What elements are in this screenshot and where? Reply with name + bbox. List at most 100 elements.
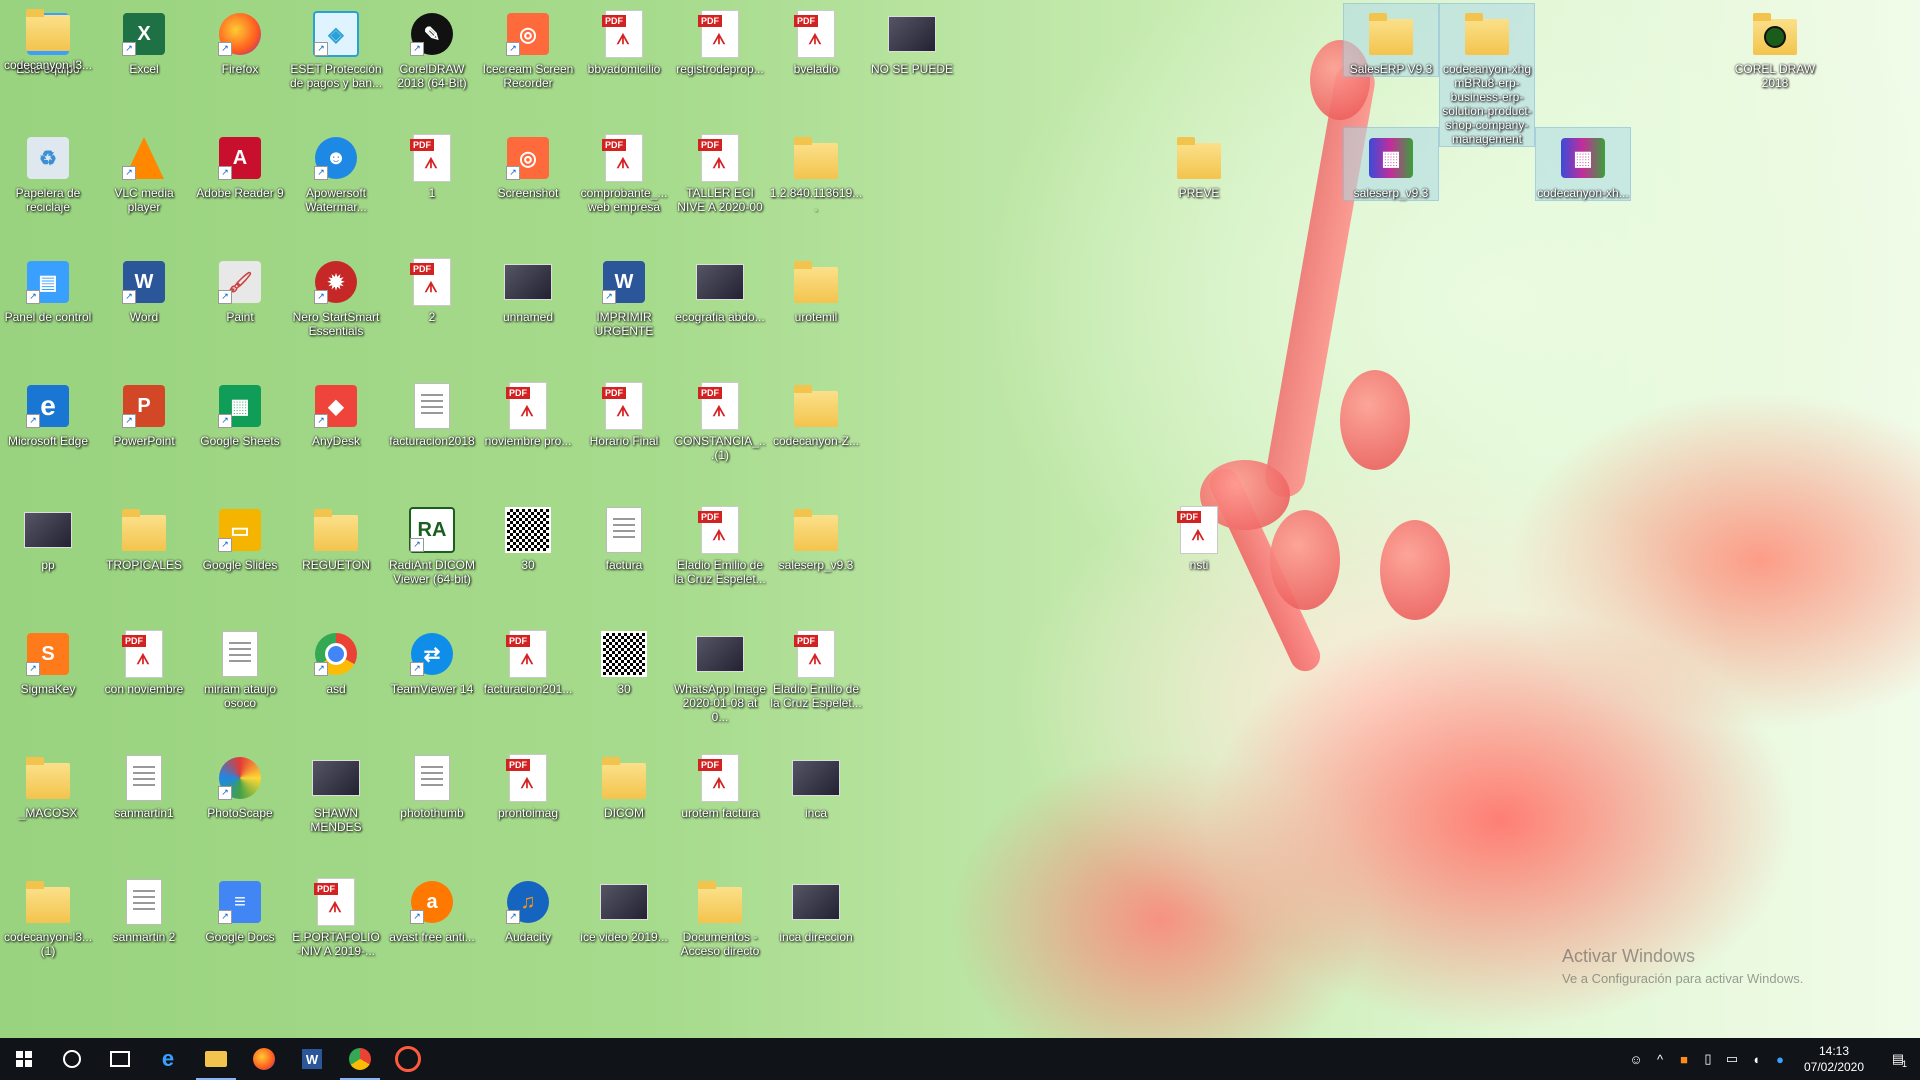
network-icon[interactable]: ▭ (1720, 1051, 1744, 1067)
desktop-icon[interactable]: a ↗ avast free anti... (385, 872, 479, 944)
desktop-icon[interactable]: 30 (481, 500, 575, 572)
desktop-icon[interactable]: W ↗ Word (97, 252, 191, 324)
desktop-icon[interactable]: SalesERP V9.3 (1343, 3, 1439, 77)
desktop-icon[interactable]: TROPICALES (97, 500, 191, 572)
desktop-icon[interactable]: ▦ saleserp_v9.3 (1343, 127, 1439, 201)
desktop-icon[interactable]: PDF ᗑ 1 (385, 128, 479, 200)
chevron-up-icon[interactable]: ^ (1648, 1052, 1672, 1067)
desktop-icon[interactable]: PDF ᗑ TALLER ECI NIVE A 2020-00 (673, 128, 767, 214)
desktop-icon[interactable]: PDF ᗑ bbvadomicilio (577, 4, 671, 76)
battery-icon[interactable]: ▯ (1696, 1051, 1720, 1067)
desktop-icon[interactable]: ◎ ↗ Screenshot (481, 128, 575, 200)
desktop-icon[interactable]: ⇄ ↗ TeamViewer 14 (385, 624, 479, 696)
desktop-icon[interactable]: codecanyon-l3... (1, 0, 95, 72)
start-button[interactable] (0, 1038, 48, 1080)
desktop-icon[interactable]: NO SE PUEDE (865, 4, 959, 76)
desktop-icon[interactable]: PDF ᗑ bveladio (769, 4, 863, 76)
desktop-icon[interactable]: ♫ ↗ Audacity (481, 872, 575, 944)
desktop-icon[interactable]: e ↗ Microsoft Edge (1, 376, 95, 448)
desktop-icon[interactable]: ≡ ↗ Google Docs (193, 872, 287, 944)
desktop-icon[interactable]: 🖌 ↗ Paint (193, 252, 287, 324)
desktop-icon[interactable]: ↗ VLC media player (97, 128, 191, 214)
desktop-icon[interactable]: SHAWN MENDES (289, 748, 383, 834)
desktop-icon[interactable]: ▦ codecanyon-xh... (1535, 127, 1631, 201)
desktop-icon[interactable]: pp (1, 500, 95, 572)
desktop-icon[interactable]: ice video 2019... (577, 872, 671, 944)
desktop-icon[interactable]: DICOM (577, 748, 671, 820)
desktop-icon[interactable]: ↗ PhotoScape (193, 748, 287, 820)
desktop-icon[interactable]: PDF ᗑ Eladio Emilio de la Cruz Espelet... (769, 624, 863, 710)
desktop-icon[interactable]: PDF ᗑ nsti (1152, 500, 1246, 572)
taskbar-file-explorer[interactable] (192, 1038, 240, 1080)
desktop-icon[interactable]: PDF ᗑ CONSTANCIA_...(1) (673, 376, 767, 462)
desktop-icon[interactable]: codecanyon-Z... (769, 376, 863, 448)
desktop-icon[interactable]: PDF ᗑ prontoimag (481, 748, 575, 820)
desktop-icon[interactable]: PDF ᗑ con noviembre (97, 624, 191, 696)
people-icon[interactable]: ☺ (1624, 1052, 1648, 1067)
desktop-icon[interactable]: W ↗ IMPRIMIR URGENTE (577, 252, 671, 338)
desktop-icon[interactable]: PREVE (1152, 128, 1246, 200)
desktop-icon[interactable]: inca (769, 748, 863, 820)
clock[interactable]: 14:13 07/02/2020 (1792, 1043, 1876, 1075)
desktop-icon[interactable]: photothumb (385, 748, 479, 820)
desktop-icon[interactable]: ◈ ↗ ESET Protección de pagos y ban... (289, 4, 383, 90)
desktop-icon[interactable]: urotemil (769, 252, 863, 324)
search-button[interactable] (48, 1038, 96, 1080)
taskbar-chrome[interactable] (336, 1038, 384, 1080)
desktop-icon[interactable]: ◎ ↗ Icecream Screen Recorder (481, 4, 575, 90)
desktop-icon[interactable]: ▤ ↗ Panel de control (1, 252, 95, 324)
antivirus-icon[interactable]: ● (1768, 1052, 1792, 1067)
desktop-icon[interactable]: PDF ᗑ facturacion201... (481, 624, 575, 696)
desktop-icon[interactable]: PDF ᗑ comprobante_...web empresa (577, 128, 671, 214)
desktop-icon[interactable]: REGUETON (289, 500, 383, 572)
desktop-icon[interactable]: PDF ᗑ 2 (385, 252, 479, 324)
desktop-icon[interactable]: PDF ᗑ Eladio Emilio de la Cruz Espelet... (673, 500, 767, 586)
windows-icon (16, 1051, 32, 1067)
desktop-icon[interactable]: ↗ asd (289, 624, 383, 696)
task-view-button[interactable] (96, 1038, 144, 1080)
desktop-icon[interactable]: saleserp_v9.3 (769, 500, 863, 572)
desktop-icon[interactable]: PDF ᗑ Horario Final (577, 376, 671, 448)
desktop-icon[interactable]: COREL DRAW 2018 (1728, 4, 1822, 90)
desktop-icon[interactable]: unnamed (481, 252, 575, 324)
desktop-icon[interactable]: codecanyon-xhg mBRu8-erp-business-erp-so… (1439, 3, 1535, 147)
desktop-icon[interactable]: miriam ataujo osoco (193, 624, 287, 710)
desktop-icon[interactable]: ▭ ↗ Google Slides (193, 500, 287, 572)
desktop-icon[interactable]: PDF ᗑ E.PORTAFOLIO -NIV A 2019-... (289, 872, 383, 958)
desktop-icon[interactable]: WhatsApp Image 2020-01-08 at 0... (673, 624, 767, 724)
taskbar-edge[interactable]: e (144, 1038, 192, 1080)
notifications-button[interactable]: ▤ 1 (1876, 1051, 1920, 1069)
app-tray-icon[interactable]: ■ (1672, 1052, 1696, 1067)
desktop-icon[interactable]: X ↗ Excel (97, 4, 191, 76)
desktop-icon[interactable]: _MACOSX (1, 748, 95, 820)
desktop-icon[interactable]: PDF ᗑ noviembre pro... (481, 376, 575, 448)
desktop-icon[interactable]: Documentos - Acceso directo (673, 872, 767, 958)
desktop-icon[interactable]: 1.2.840.113619.... (769, 128, 863, 214)
desktop-icon[interactable]: ◆ ↗ AnyDesk (289, 376, 383, 448)
desktop-icon[interactable]: 30 (577, 624, 671, 696)
desktop-icon[interactable]: P ↗ PowerPoint (97, 376, 191, 448)
volume-icon[interactable]: ◖ (1744, 1052, 1768, 1067)
desktop-icon[interactable]: ☻ ↗ Apowersoft Watermar... (289, 128, 383, 214)
taskbar-firefox[interactable] (240, 1038, 288, 1080)
desktop-icon[interactable]: ↗ Firefox (193, 4, 287, 76)
desktop-icon[interactable]: inca direccion (769, 872, 863, 944)
desktop-icon[interactable]: A ↗ Adobe Reader 9 (193, 128, 287, 200)
desktop-icon[interactable]: ✎ ↗ CorelDRAW 2018 (64-Bit) (385, 4, 479, 90)
taskbar-word[interactable]: W (288, 1038, 336, 1080)
desktop-icon[interactable]: ▦ ↗ Google Sheets (193, 376, 287, 448)
desktop-icon[interactable]: PDF ᗑ registrodeprop... (673, 4, 767, 76)
desktop-icon[interactable]: factura (577, 500, 671, 572)
desktop-icon[interactable]: PDF ᗑ urotem factura (673, 748, 767, 820)
taskbar-screen-recorder[interactable] (384, 1038, 432, 1080)
desktop-icon[interactable]: ♻ Papelera de reciclaje (1, 128, 95, 214)
desktop-icon[interactable]: ✹ ↗ Nero StartSmart Essentials (289, 252, 383, 338)
desktop-icon[interactable]: sanmartin 2 (97, 872, 191, 944)
desktop-icon[interactable]: codecanyon-l3...(1) (1, 872, 95, 958)
desktop[interactable]: ▭Este equipoX↗Excel↗Firefox◈↗ESET Protec… (0, 0, 1920, 1038)
desktop-icon[interactable]: sanmartin1 (97, 748, 191, 820)
desktop-icon[interactable]: facturacion2018 (385, 376, 479, 448)
desktop-icon[interactable]: ecografia abdo... (673, 252, 767, 324)
desktop-icon[interactable]: S ↗ SigmaKey (1, 624, 95, 696)
desktop-icon[interactable]: RA ↗ RadiAnt DICOM Viewer (64-bit) (385, 500, 479, 586)
